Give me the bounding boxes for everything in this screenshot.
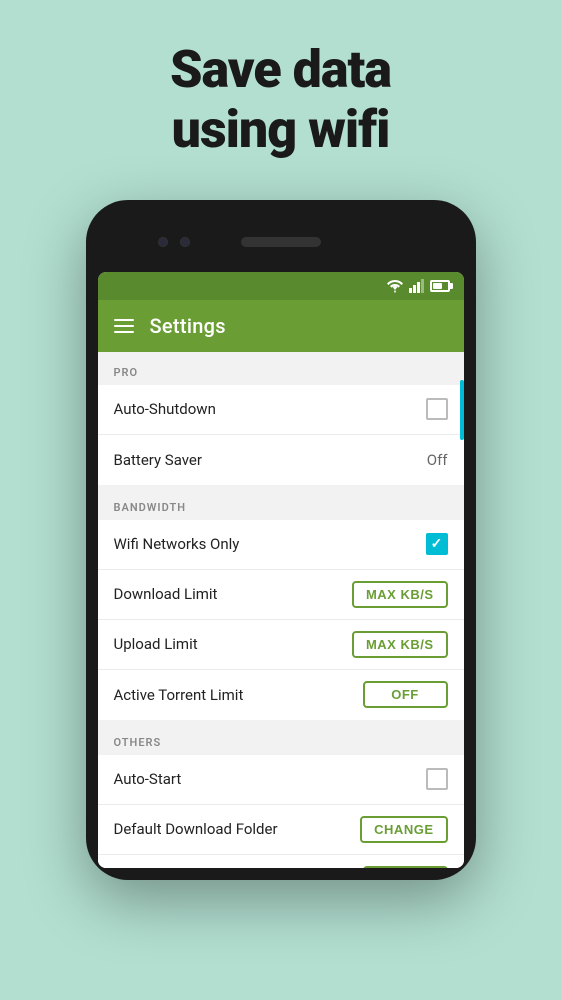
battery-status-icon [430,280,450,292]
hero-section: Save data using wifi [170,0,391,160]
scrollbar-indicator [460,380,464,440]
row-download-limit: Download Limit MAX KB/S [98,570,464,620]
settings-content: PRO Auto-Shutdown Battery Saver Off BAND… [98,352,464,868]
active-torrent-button[interactable]: OFF [363,681,448,708]
download-limit-button[interactable]: MAX KB/S [352,581,448,608]
section-header-others: OTHERS [98,722,464,755]
hamburger-line-1 [114,319,134,321]
checkmark-icon: ✓ [431,536,443,552]
settings-group-bandwidth: Wifi Networks Only ✓ Download Limit MAX … [98,520,464,720]
hero-line1: Save data [170,40,391,100]
wifi-networks-label: Wifi Networks Only [114,535,240,553]
row-incoming-port: Incoming Port 0 [98,855,464,868]
settings-group-pro: Auto-Shutdown Battery Saver Off [98,385,464,485]
active-torrent-label: Active Torrent Limit [114,686,244,704]
upload-limit-button[interactable]: MAX KB/S [352,631,448,658]
toolbar-title: Settings [150,314,226,338]
incoming-port-button[interactable]: 0 [363,866,448,868]
row-battery-saver[interactable]: Battery Saver Off [98,435,464,485]
camera-dot-2 [180,237,190,247]
hamburger-line-3 [114,331,134,333]
battery-saver-value: Off [427,451,448,469]
auto-shutdown-label: Auto-Shutdown [114,400,216,418]
phone-mockup: Settings PRO Auto-Shutdown Battery Saver… [86,200,476,880]
hamburger-menu-icon[interactable] [114,319,134,333]
wifi-networks-checkbox[interactable]: ✓ [426,533,448,555]
status-bar [98,272,464,300]
row-wifi-networks: Wifi Networks Only ✓ [98,520,464,570]
default-download-folder-label: Default Download Folder [114,820,278,838]
battery-saver-label: Battery Saver [114,451,202,469]
row-upload-limit: Upload Limit MAX KB/S [98,620,464,670]
row-default-download-folder: Default Download Folder CHANGE [98,805,464,855]
signal-status-icon [409,279,425,293]
auto-start-checkbox[interactable] [426,768,448,790]
upload-limit-label: Upload Limit [114,635,198,653]
hamburger-line-2 [114,325,134,327]
section-header-bandwidth: BANDWIDTH [98,487,464,520]
row-auto-shutdown: Auto-Shutdown [98,385,464,435]
change-folder-button[interactable]: CHANGE [360,816,447,843]
hero-line2: using wifi [170,100,391,160]
wifi-status-icon [386,279,404,293]
status-icons [386,279,450,293]
settings-group-others: Auto-Start Default Download Folder CHANG… [98,755,464,868]
phone-top-bar [98,212,464,272]
auto-shutdown-checkbox[interactable] [426,398,448,420]
download-limit-label: Download Limit [114,585,218,603]
auto-start-label: Auto-Start [114,770,182,788]
phone-screen: Settings PRO Auto-Shutdown Battery Saver… [98,272,464,868]
app-toolbar: Settings [98,300,464,352]
phone-speaker [241,237,321,247]
phone-cameras [158,237,190,247]
section-header-pro: PRO [98,352,464,385]
camera-dot-1 [158,237,168,247]
row-auto-start: Auto-Start [98,755,464,805]
row-active-torrent-limit: Active Torrent Limit OFF [98,670,464,720]
